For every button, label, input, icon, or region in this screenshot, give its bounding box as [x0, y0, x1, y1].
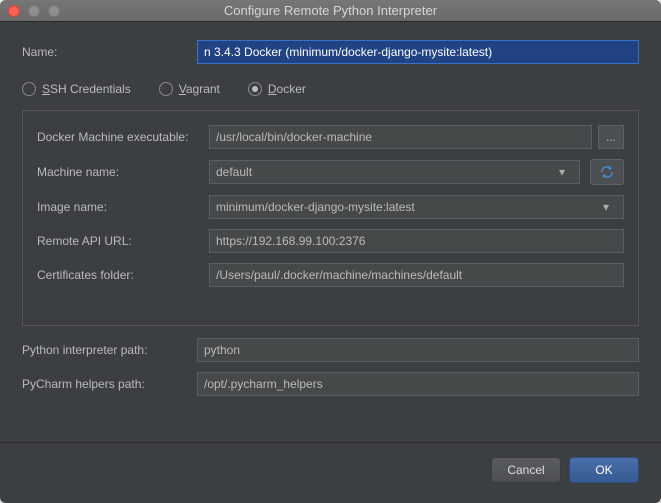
executable-field[interactable]: [209, 125, 592, 149]
cert-input[interactable]: [216, 268, 617, 282]
image-label: Image name:: [37, 200, 209, 214]
dialog-content: Name: SSH Credentials Vagrant Docker Doc…: [0, 22, 661, 442]
radio-ssh[interactable]: SSH Credentials: [22, 82, 131, 96]
executable-row: Docker Machine executable: ...: [37, 125, 624, 149]
chevron-down-icon: ▾: [595, 200, 617, 214]
helpers-path-label: PyCharm helpers path:: [22, 377, 197, 391]
helpers-path-field[interactable]: [197, 372, 639, 396]
chevron-down-icon: ▾: [551, 165, 573, 179]
name-field[interactable]: [197, 40, 639, 64]
radio-icon: [159, 82, 173, 96]
radio-docker[interactable]: Docker: [248, 82, 306, 96]
name-input[interactable]: [204, 45, 632, 59]
dialog-footer: Cancel OK: [0, 442, 661, 503]
api-label: Remote API URL:: [37, 234, 209, 248]
python-path-field[interactable]: [197, 338, 639, 362]
ellipsis-icon: ...: [606, 130, 616, 144]
cancel-button[interactable]: Cancel: [491, 457, 561, 483]
radio-docker-label: Docker: [268, 82, 306, 96]
radio-icon: [248, 82, 262, 96]
browse-executable-button[interactable]: ...: [598, 125, 624, 149]
radio-vagrant-label: Vagrant: [179, 82, 220, 96]
machine-select[interactable]: default ▾: [209, 160, 580, 184]
machine-row: Machine name: default ▾: [37, 159, 624, 185]
api-input[interactable]: [216, 234, 617, 248]
refresh-button[interactable]: [590, 159, 624, 185]
dialog-window: Configure Remote Python Interpreter Name…: [0, 0, 661, 503]
python-path-input[interactable]: [204, 343, 632, 357]
machine-value: default: [216, 165, 252, 179]
cert-field[interactable]: [209, 263, 624, 287]
radio-ssh-label: SSH Credentials: [42, 82, 131, 96]
radio-vagrant[interactable]: Vagrant: [159, 82, 220, 96]
name-label: Name:: [22, 45, 197, 59]
radio-icon: [22, 82, 36, 96]
name-row: Name:: [22, 40, 639, 64]
executable-label: Docker Machine executable:: [37, 130, 209, 144]
image-value: minimum/docker-django-mysite:latest: [216, 200, 415, 214]
helpers-path-input[interactable]: [204, 377, 632, 391]
cancel-label: Cancel: [507, 463, 544, 477]
connection-type-group: SSH Credentials Vagrant Docker: [22, 74, 639, 108]
helpers-path-row: PyCharm helpers path:: [22, 372, 639, 396]
window-title: Configure Remote Python Interpreter: [0, 3, 661, 18]
cert-row: Certificates folder:: [37, 263, 624, 287]
api-field[interactable]: [209, 229, 624, 253]
refresh-icon: [599, 164, 615, 180]
image-row: Image name: minimum/docker-django-mysite…: [37, 195, 624, 219]
docker-panel: Docker Machine executable: ... Machine n…: [22, 110, 639, 326]
python-path-label: Python interpreter path:: [22, 343, 197, 357]
api-row: Remote API URL:: [37, 229, 624, 253]
titlebar: Configure Remote Python Interpreter: [0, 0, 661, 22]
ok-button[interactable]: OK: [569, 457, 639, 483]
image-select[interactable]: minimum/docker-django-mysite:latest ▾: [209, 195, 624, 219]
cert-label: Certificates folder:: [37, 268, 209, 282]
python-path-row: Python interpreter path:: [22, 338, 639, 362]
ok-label: OK: [595, 463, 612, 477]
machine-label: Machine name:: [37, 165, 209, 179]
executable-input[interactable]: [216, 130, 585, 144]
